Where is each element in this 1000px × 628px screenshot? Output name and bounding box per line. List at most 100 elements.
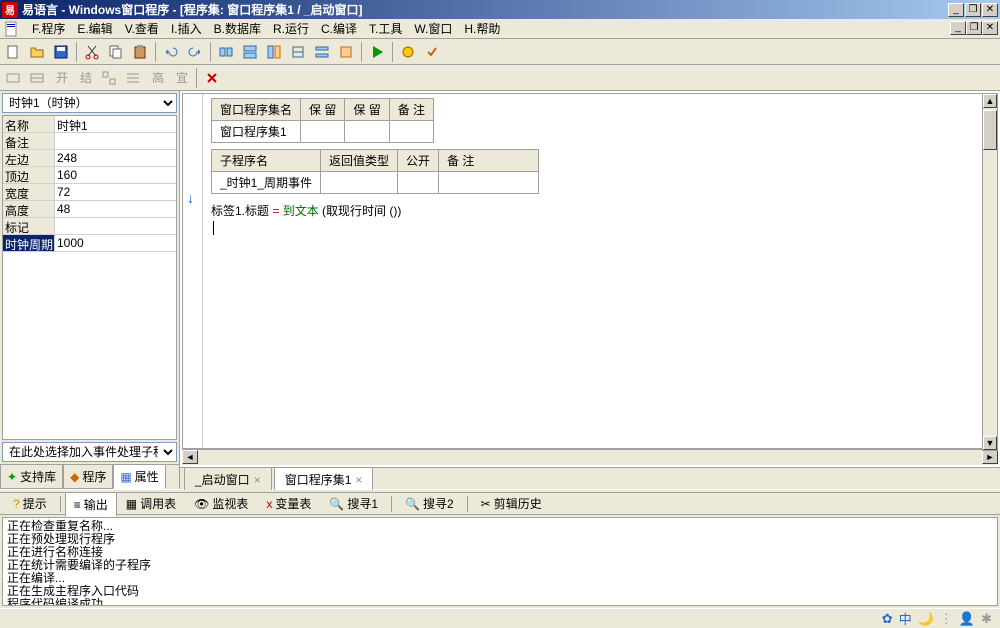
- scroll-left-icon[interactable]: ◄: [182, 450, 198, 464]
- maximize-button[interactable]: ❐: [965, 3, 981, 17]
- prop-label: 高度: [3, 201, 55, 217]
- tb-f[interactable]: [335, 41, 357, 63]
- copy-button[interactable]: [105, 41, 127, 63]
- td[interactable]: [301, 121, 345, 143]
- menu-program[interactable]: F.程序: [26, 18, 71, 39]
- out-tab-clip[interactable]: ✂剪辑历史: [472, 491, 551, 516]
- redo-button[interactable]: [184, 41, 206, 63]
- tb-b[interactable]: [239, 41, 261, 63]
- tb-e[interactable]: [311, 41, 333, 63]
- cursor-line[interactable]: [213, 221, 214, 235]
- out-tab-hint[interactable]: ?提示: [4, 491, 56, 516]
- prop-value[interactable]: 48: [55, 201, 176, 217]
- code-line[interactable]: 标签1.标题 = 到文本 (取现行时间 ()): [211, 200, 989, 221]
- output-line: 正在统计需要编译的子程序: [7, 559, 993, 572]
- prop-value[interactable]: 时钟1: [55, 116, 176, 132]
- out-tab-search2[interactable]: 🔍搜寻2: [396, 491, 463, 516]
- child-close-button[interactable]: ✕: [982, 21, 998, 35]
- open-button[interactable]: [26, 41, 48, 63]
- close-icon[interactable]: ×: [254, 473, 261, 487]
- prop-value[interactable]: [55, 133, 176, 149]
- new-button[interactable]: [2, 41, 24, 63]
- t2-5[interactable]: [98, 67, 120, 89]
- tb-g[interactable]: [397, 41, 419, 63]
- scroll-thumb[interactable]: [983, 110, 997, 150]
- menu-window[interactable]: W.窗口: [408, 18, 458, 39]
- td[interactable]: [321, 172, 398, 194]
- tb-h[interactable]: [421, 41, 443, 63]
- status-icon-ime[interactable]: 中: [899, 609, 912, 628]
- th: 备 注: [439, 150, 539, 172]
- t2-1[interactable]: [2, 67, 24, 89]
- child-restore-button[interactable]: ❐: [966, 21, 982, 35]
- prop-value[interactable]: 248: [55, 150, 176, 166]
- out-tab-watch[interactable]: 👁监视表: [185, 491, 257, 516]
- t2-2[interactable]: [26, 67, 48, 89]
- status-icon-4[interactable]: ⋮: [940, 611, 953, 627]
- sub-table: 子程序名 返回值类型 公开 备 注 _时钟1_周期事件: [211, 149, 539, 194]
- tab-startup-window[interactable]: _启动窗口×: [184, 467, 272, 490]
- out-tab-vars[interactable]: x变量表: [257, 491, 320, 516]
- menu-view[interactable]: V.查看: [119, 18, 165, 39]
- paste-button[interactable]: [129, 41, 151, 63]
- scroll-right-icon[interactable]: ►: [982, 450, 998, 464]
- out-tab-output[interactable]: ≡输出: [65, 492, 117, 517]
- close-icon[interactable]: ×: [355, 473, 362, 487]
- td[interactable]: 窗口程序集1: [212, 121, 301, 143]
- event-combo[interactable]: 在此处选择加入事件处理子程序: [2, 442, 177, 462]
- th: 子程序名: [212, 150, 321, 172]
- td[interactable]: [439, 172, 539, 194]
- status-icon-user[interactable]: 👤: [959, 611, 975, 627]
- t2-7[interactable]: 高: [146, 67, 168, 89]
- prop-value[interactable]: 72: [55, 184, 176, 200]
- prop-value[interactable]: 1000: [55, 235, 176, 251]
- v-scrollbar[interactable]: ▲ ▼: [982, 93, 998, 451]
- t2-4[interactable]: 结: [74, 67, 96, 89]
- menu-compile[interactable]: C.编译: [315, 18, 363, 39]
- save-button[interactable]: [50, 41, 72, 63]
- td[interactable]: _时钟1_周期事件: [212, 172, 321, 194]
- td[interactable]: [389, 121, 433, 143]
- code-content[interactable]: 窗口程序集名 保 留 保 留 备 注 窗口程序集1 子程序名: [203, 94, 997, 448]
- tab-support[interactable]: ✦支持库: [0, 465, 63, 489]
- t2-close[interactable]: [201, 67, 223, 89]
- minimize-button[interactable]: _: [948, 3, 964, 17]
- run-button[interactable]: [366, 41, 388, 63]
- menu-edit[interactable]: E.编辑: [71, 18, 118, 39]
- out-tab-calltable[interactable]: ▦调用表: [117, 491, 185, 516]
- scroll-up-icon[interactable]: ▲: [983, 94, 997, 108]
- t2-6[interactable]: [122, 67, 144, 89]
- property-grid[interactable]: 名称时钟1 备注 左边248 顶边160 宽度72 高度48 标记 时钟周期10…: [2, 115, 177, 440]
- output-body[interactable]: 正在检查重复名称... 正在预处理现行程序 正在进行名称连接 正在统计需要编译的…: [2, 517, 998, 606]
- td[interactable]: [345, 121, 389, 143]
- t2-8[interactable]: 宜: [170, 67, 192, 89]
- tab-module1[interactable]: 窗口程序集1×: [274, 467, 374, 490]
- td[interactable]: [398, 172, 439, 194]
- tb-c[interactable]: [263, 41, 285, 63]
- menu-insert[interactable]: I.插入: [165, 18, 208, 39]
- object-combo[interactable]: 时钟1（时钟）: [2, 93, 177, 113]
- menu-help[interactable]: H.帮助: [458, 18, 506, 39]
- status-icon-1[interactable]: ✿: [882, 611, 893, 627]
- status-icon-moon[interactable]: 🌙: [918, 611, 934, 627]
- menu-database[interactable]: B.数据库: [208, 18, 267, 39]
- close-button[interactable]: ✕: [982, 3, 998, 17]
- t2-3[interactable]: 开: [50, 67, 72, 89]
- scroll-down-icon[interactable]: ▼: [983, 436, 997, 450]
- status-icon-6[interactable]: ✱: [981, 611, 992, 627]
- cut-button[interactable]: [81, 41, 103, 63]
- tab-property[interactable]: ▦属性: [113, 465, 165, 489]
- prop-value[interactable]: 160: [55, 167, 176, 183]
- tb-a[interactable]: [215, 41, 237, 63]
- th: 备 注: [389, 99, 433, 121]
- svg-text:宜: 宜: [176, 70, 188, 85]
- out-tab-search1[interactable]: 🔍搜寻1: [320, 491, 387, 516]
- menu-run[interactable]: R.运行: [267, 18, 315, 39]
- tab-program[interactable]: ◆程序: [63, 465, 113, 489]
- child-minimize-button[interactable]: _: [950, 21, 966, 35]
- tb-d[interactable]: [287, 41, 309, 63]
- h-scrollbar[interactable]: ◄ ►: [182, 449, 998, 465]
- prop-value[interactable]: [55, 218, 176, 234]
- menu-tools[interactable]: T.工具: [363, 18, 408, 39]
- undo-button[interactable]: [160, 41, 182, 63]
